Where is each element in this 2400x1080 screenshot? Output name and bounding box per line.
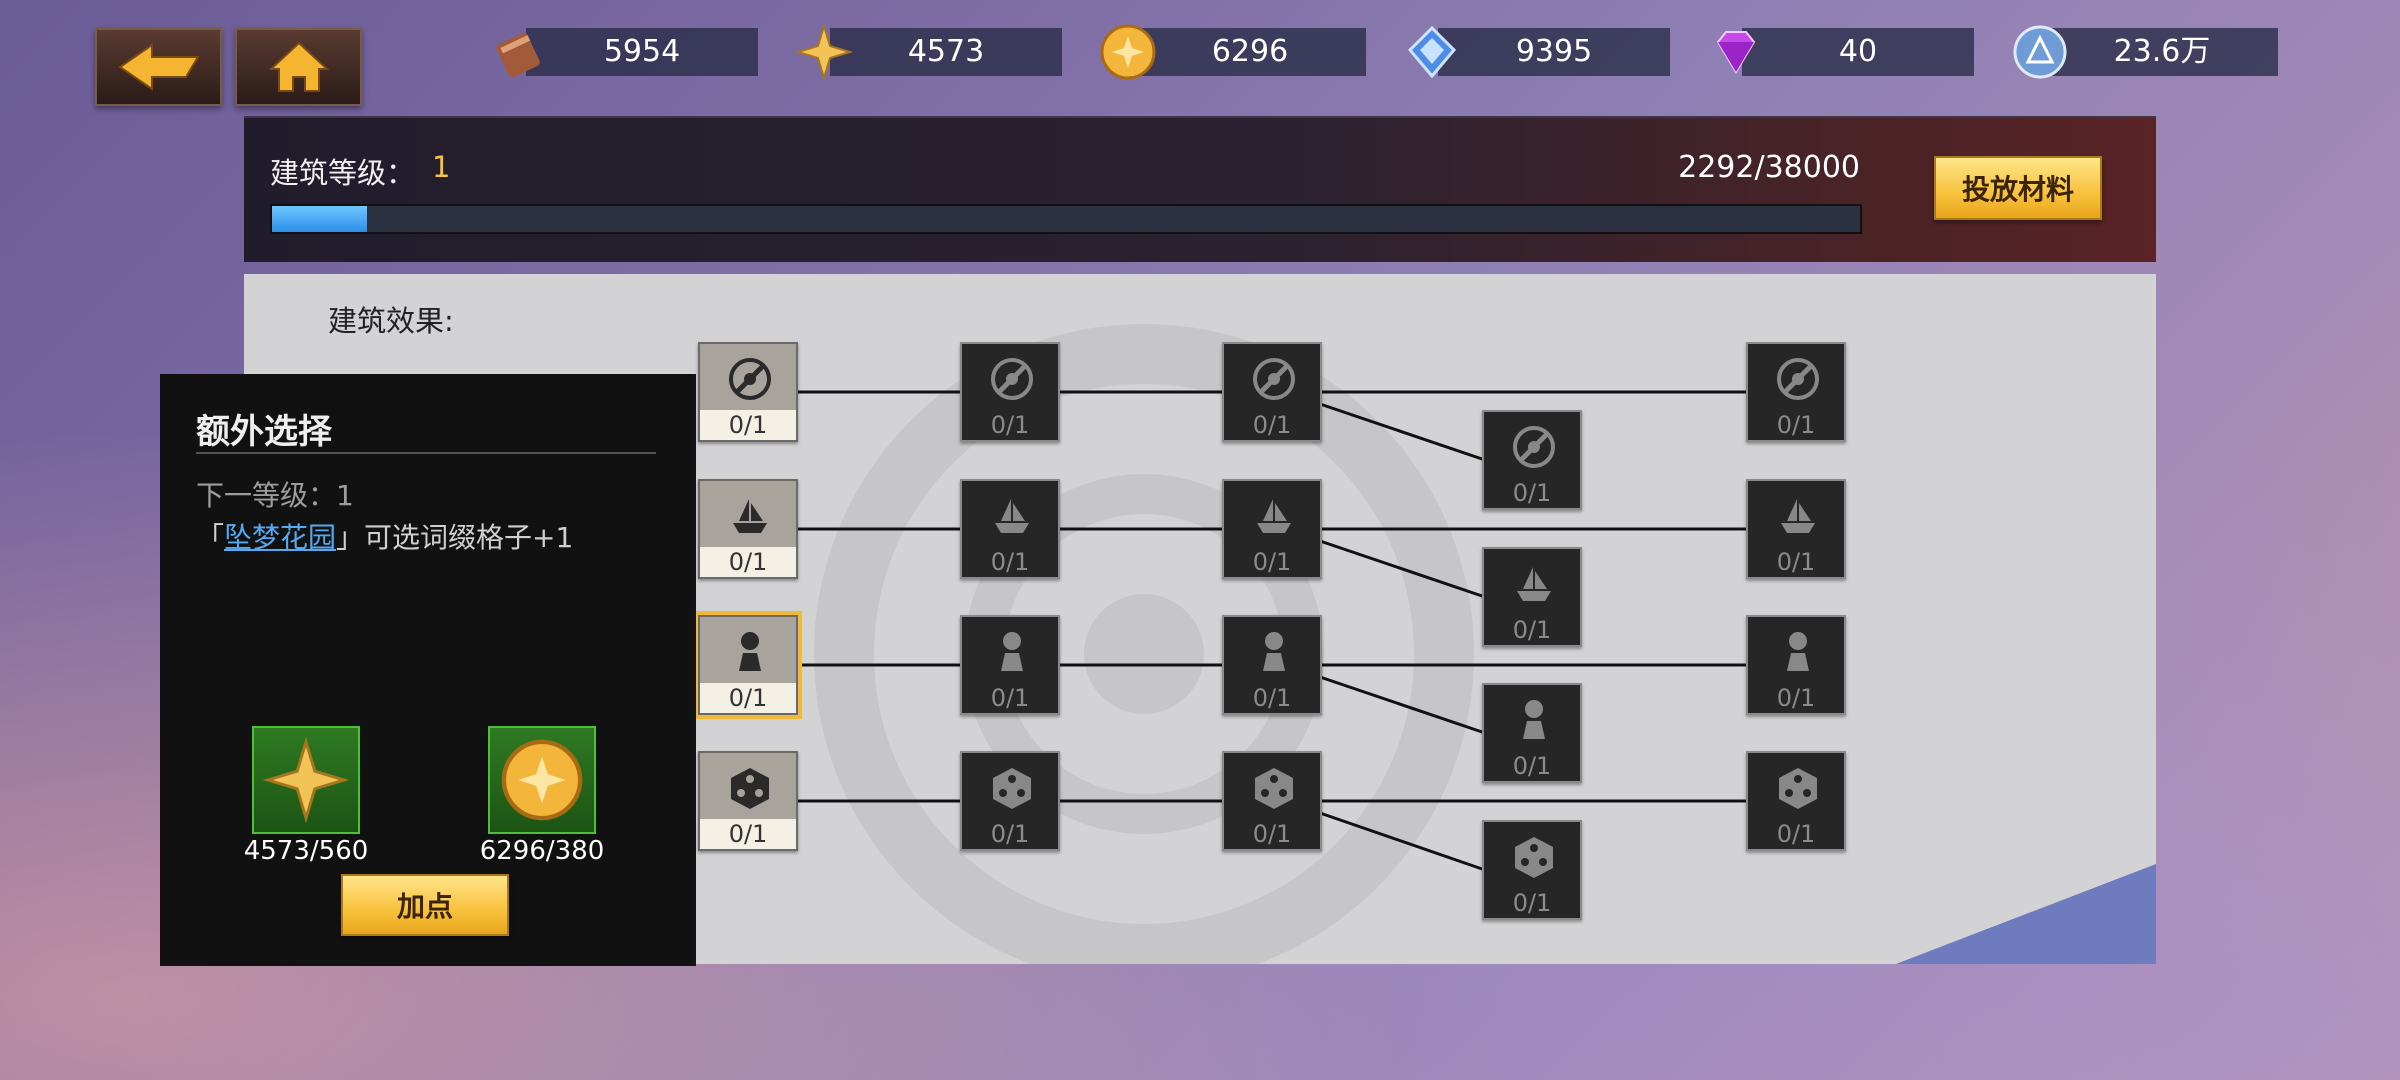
currency-value: 4573 [907,34,985,69]
tooltip-description: 「坠梦花园」可选词缀格子+1 [196,516,573,556]
skill-node-figure[interactable]: 0/1 [960,615,1060,715]
skill-node-cube[interactable]: 0/1 [1482,820,1582,920]
building-level-label: 建筑等级： [270,156,416,190]
cost-star-text: 4573/560 [243,836,369,866]
currency-value: 9395 [1515,34,1593,69]
skill-node-ship[interactable]: 0/1 [1746,479,1846,579]
currency-value: 5954 [603,34,681,69]
cost-coin-text: 6296/380 [479,836,605,866]
skill-node-figure[interactable]: 0/1 [1482,683,1582,783]
node-count: 0/1 [1512,752,1552,780]
node-count: 0/1 [1776,684,1816,712]
ship-icon [733,499,767,533]
currency-value: 23.6万 [2113,34,2211,69]
skill-node-cube[interactable]: 0/1 [960,751,1060,851]
balance-icon [991,358,1033,400]
figure-icon [1263,632,1285,671]
currency-orb: 23.6万 [2010,25,2278,79]
node-count: 0/1 [1776,411,1816,439]
balance-icon [1253,358,1295,400]
cube-icon [1779,768,1817,809]
cube-icon [1515,837,1553,878]
ship-icon [995,499,1029,533]
node-count: 0/1 [700,819,796,849]
back-button[interactable] [95,28,222,106]
cost-coin-item [488,726,596,834]
skill-node-ship[interactable]: 0/1 [1482,547,1582,647]
gold-star-icon [262,736,350,824]
currency-diamond: 40 [1706,28,1974,76]
node-count: 0/1 [1252,548,1292,576]
figure-icon [1787,632,1809,671]
node-count: 0/1 [990,684,1030,712]
skill-node-balance[interactable]: 0/1 [1222,342,1322,442]
node-count: 0/1 [1252,684,1292,712]
node-count: 0/1 [1512,479,1552,507]
building-level-value: 1 [432,150,451,184]
node-count: 0/1 [990,411,1030,439]
building-level-panel [244,116,2156,262]
skill-node-figure[interactable]: 0/1 [1222,615,1322,715]
node-count: 0/1 [1512,889,1552,917]
figure-icon [739,632,761,671]
level-progress-fill [272,206,368,232]
node-count: 0/1 [700,683,796,713]
desc-suffix: 」可选词缀格子+1 [336,521,574,554]
node-count: 0/1 [1776,548,1816,576]
currency-scroll: 5954 [490,28,758,78]
skill-node-figure[interactable]: 0/1 [1746,615,1846,715]
currency-coin: 6296 [1098,24,1366,80]
gold-coin-icon [501,739,583,821]
currency-star: 4573 [794,22,1062,82]
node-count: 0/1 [1252,411,1292,439]
skill-node-balance[interactable]: 0/1 [698,342,798,442]
ship-icon [1257,499,1291,533]
currency-value: 40 [1838,34,1878,69]
cube-icon [731,768,769,809]
node-count: 0/1 [1512,616,1552,644]
currency-value: 6296 [1211,34,1289,69]
figure-icon [1523,700,1545,739]
node-count: 0/1 [1776,820,1816,848]
cube-icon [1255,768,1293,809]
balance-icon [1777,358,1819,400]
node-count: 0/1 [700,410,796,440]
tooltip-divider [196,452,656,454]
node-count: 0/1 [990,548,1030,576]
building-effects-label: 建筑效果: [328,304,454,338]
skill-node-figure[interactable]: 0/1 [694,611,802,719]
cube-icon [993,768,1031,809]
add-point-button[interactable]: 加点 [341,874,509,936]
submit-materials-button[interactable]: 投放材料 [1934,156,2102,220]
ship-icon [1781,499,1815,533]
figure-icon [1001,632,1023,671]
node-count: 0/1 [700,547,796,577]
balance-icon [1513,426,1555,468]
currency-badge: 9395 [1402,25,1670,79]
garden-link[interactable]: 坠梦花园 [224,521,336,554]
skill-node-balance[interactable]: 0/1 [1482,410,1582,510]
ship-icon [1517,567,1551,601]
skill-node-ship[interactable]: 0/1 [698,479,798,579]
node-count: 0/1 [990,820,1030,848]
skill-node-ship[interactable]: 0/1 [960,479,1060,579]
skill-node-balance[interactable]: 0/1 [960,342,1060,442]
back-arrow-icon [117,43,200,91]
skill-node-balance[interactable]: 0/1 [1746,342,1846,442]
home-button[interactable] [235,28,362,106]
level-progress-text: 2292/38000 [1678,150,1860,185]
level-progress-bar [270,204,1862,234]
tooltip-next-level: 下一等级：1 [196,479,354,512]
home-icon [267,41,330,92]
cost-star-item [252,726,360,834]
node-count: 0/1 [1252,820,1292,848]
skill-node-cube[interactable]: 0/1 [1222,751,1322,851]
desc-bracket-open: 「 [196,521,225,554]
skill-tooltip-panel: 额外选择 下一等级：1 「坠梦花园」可选词缀格子+1 4573/560 6296… [160,374,696,966]
balance-icon [729,358,771,400]
skill-node-ship[interactable]: 0/1 [1222,479,1322,579]
skill-node-cube[interactable]: 0/1 [1746,751,1846,851]
tooltip-title: 额外选择 [196,412,332,452]
skill-node-cube[interactable]: 0/1 [698,751,798,851]
